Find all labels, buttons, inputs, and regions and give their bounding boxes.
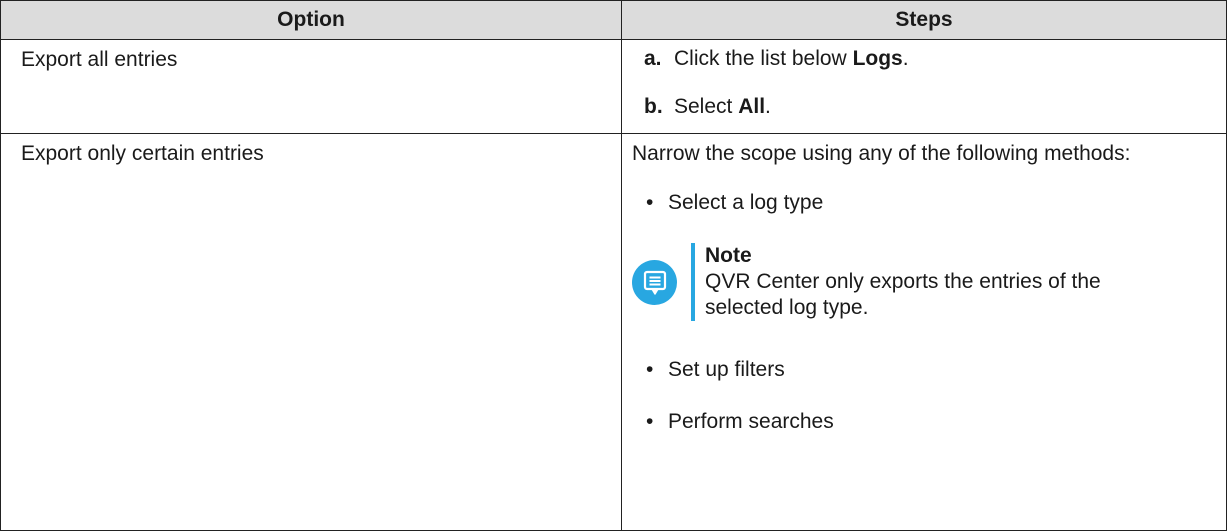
options-table: Option Steps Export all entries a. Click… [0,0,1227,531]
note-body: Note QVR Center only exports the entries… [705,243,1105,321]
step-letter: b. [644,95,663,118]
note-accent-bar [691,243,695,321]
list-item-text: Select a log type [668,191,824,214]
note-callout: Note QVR Center only exports the entries… [632,243,1226,321]
step-letter: a. [644,47,662,70]
list-item-text: Set up filters [668,358,785,381]
option-cell: Export all entries [0,39,622,134]
bullet-glyph: • [646,191,654,214]
header-steps: Steps [621,0,1227,40]
table-header-row: Option Steps [0,0,1227,40]
option-text: Export only certain entries [21,142,264,165]
steps-cell: a. Click the list below Logs. b. Select … [621,39,1227,134]
step-text-pre: Select [674,95,739,118]
step-list: a. Click the list below Logs. b. Select … [622,40,1226,120]
list-item: • Select a log type [646,190,1226,216]
bullet-glyph: • [646,358,654,381]
note-icon [632,260,677,305]
step-a: a. Click the list below Logs. [644,46,1226,72]
ui-term-all: All [738,95,766,118]
step-text-post: . [765,95,771,118]
step-text: Select All. [674,94,771,120]
list-item: • Set up filters [646,357,1226,383]
note-title: Note [705,244,752,267]
option-text: Export all entries [21,48,178,71]
steps-content: Narrow the scope using any of the follow… [622,134,1226,435]
steps-intro: Narrow the scope using any of the follow… [632,142,1131,165]
ui-term-logs: Logs [852,47,903,70]
bullet-glyph: • [646,410,654,433]
header-option: Option [0,0,622,40]
option-cell: Export only certain entries [0,133,622,531]
step-text: Click the list below Logs. [674,46,909,72]
steps-cell: Narrow the scope using any of the follow… [621,133,1227,531]
table-row: Export only certain entries Narrow the s… [0,133,1227,531]
list-item-text: Perform searches [668,410,834,433]
step-b: b. Select All. [644,94,1226,120]
list-item: • Perform searches [646,409,1226,435]
table-row: Export all entries a. Click the list bel… [0,39,1227,134]
step-text-post: . [902,47,909,70]
step-text-pre: Click the list below [674,47,853,70]
note-text: QVR Center only exports the entries of t… [705,270,1101,319]
